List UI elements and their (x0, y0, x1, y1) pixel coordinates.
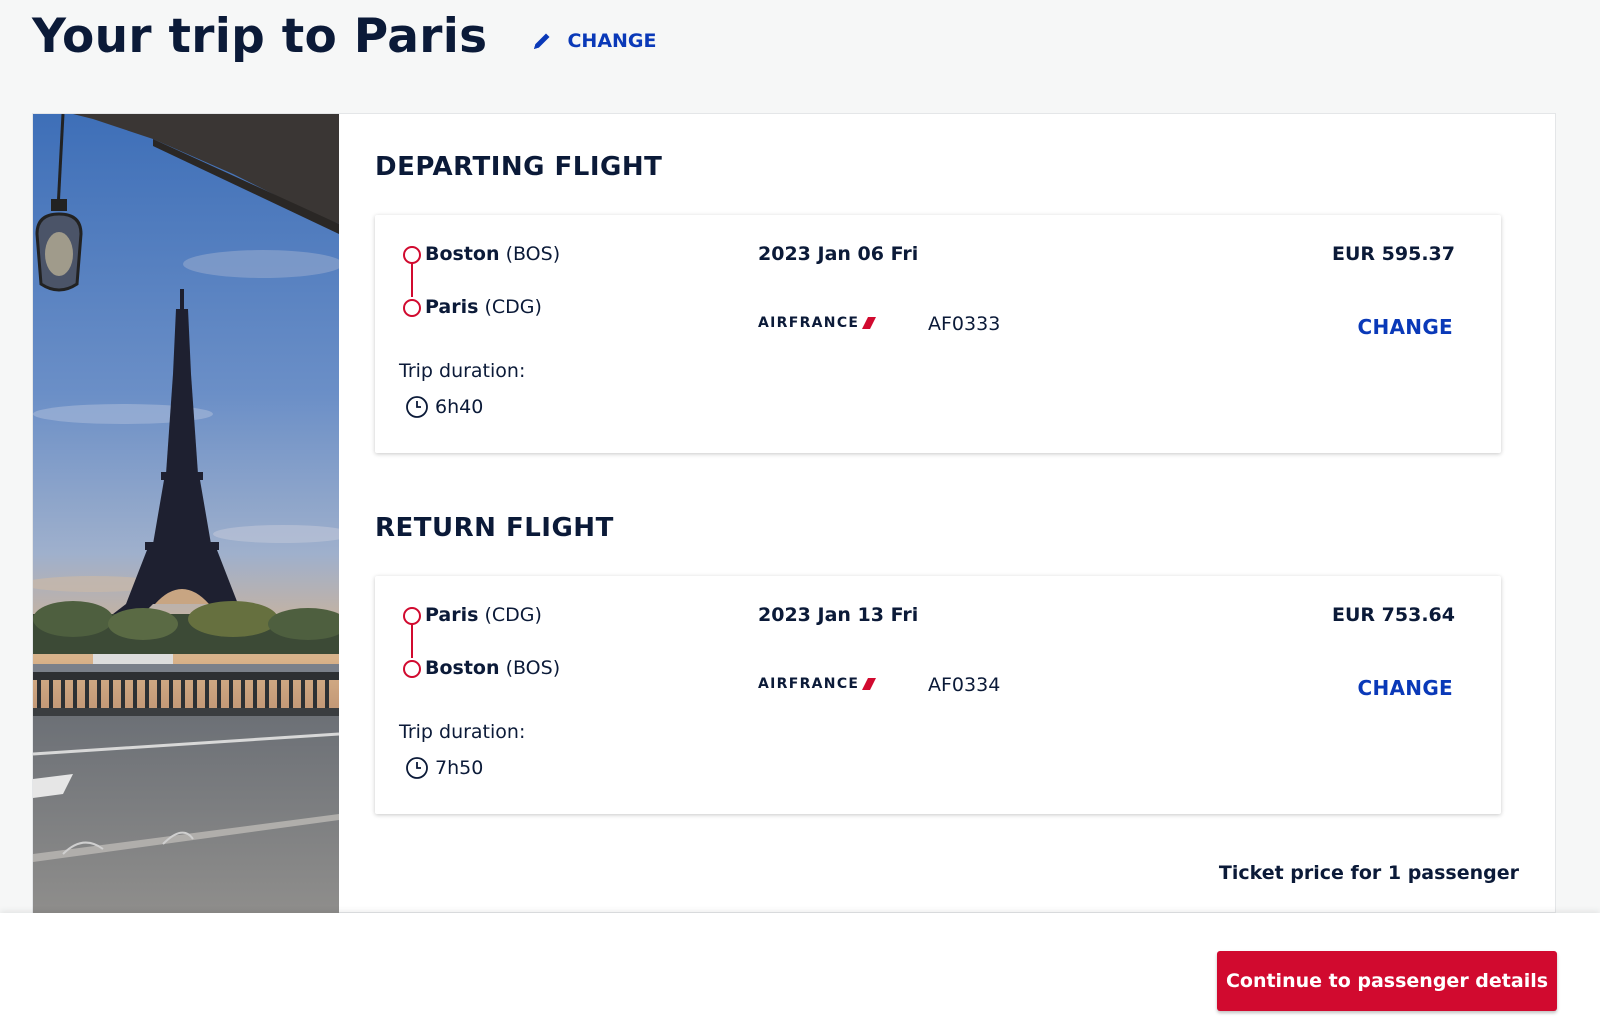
duration-label: Trip duration: (399, 360, 526, 382)
trip-summary-card: DEPARTING FLIGHT Boston (BOS) Paris (CDG… (32, 113, 1556, 914)
return-destination: Boston (BOS) (425, 657, 560, 679)
duration-label: Trip duration: (399, 721, 526, 743)
departing-flight-card: Boston (BOS) Paris (CDG) Trip duration: … (375, 215, 1501, 453)
flights-content: DEPARTING FLIGHT Boston (BOS) Paris (CDG… (375, 114, 1555, 914)
destination-code: (CDG) (484, 296, 542, 318)
return-origin: Paris (CDG) (425, 604, 542, 626)
airline-logo: AIRFRANCE (758, 676, 877, 692)
origin-code: (BOS) (505, 243, 561, 265)
destination-dot-icon (403, 299, 421, 317)
origin-code: (CDG) (484, 604, 542, 626)
airline-name: AIRFRANCE (758, 676, 877, 692)
return-date: 2023 Jan 13 Fri (758, 604, 919, 626)
destination-code: (BOS) (505, 657, 561, 679)
return-section-title: RETURN FLIGHT (375, 513, 614, 543)
destination-dot-icon (403, 660, 421, 678)
departing-section-title: DEPARTING FLIGHT (375, 152, 663, 182)
paris-hero-image (33, 114, 339, 914)
change-departing-button[interactable]: CHANGE (1357, 315, 1453, 339)
destination-city: Boston (425, 657, 500, 679)
change-return-button[interactable]: CHANGE (1357, 676, 1453, 700)
return-flight-number: AF0334 (928, 674, 1001, 696)
page-title: Your trip to Paris (32, 9, 488, 64)
change-trip-label: CHANGE (567, 30, 657, 52)
airline-logo: AIRFRANCE (758, 315, 877, 331)
pencil-icon (534, 33, 550, 49)
destination-city: Paris (425, 296, 479, 318)
origin-city: Paris (425, 604, 479, 626)
return-flight-card: Paris (CDG) Boston (BOS) Trip duration: … (375, 576, 1501, 814)
airline-name: AIRFRANCE (758, 315, 877, 331)
departing-origin: Boston (BOS) (425, 243, 560, 265)
airfrance-stripe-icon (862, 678, 877, 690)
return-price: EUR 753.64 (1332, 604, 1455, 626)
departing-date: 2023 Jan 06 Fri (758, 243, 919, 265)
page-header: Your trip to Paris CHANGE (32, 6, 657, 68)
clock-icon (406, 757, 428, 779)
duration-value: 7h50 (435, 757, 484, 779)
change-trip-button[interactable]: CHANGE (531, 30, 657, 52)
departing-destination: Paris (CDG) (425, 296, 542, 318)
ticket-price-label: Ticket price for 1 passenger (1218, 862, 1519, 884)
origin-city: Boston (425, 243, 500, 265)
origin-dot-icon (403, 246, 421, 264)
route-connector (411, 624, 413, 658)
route-connector (411, 263, 413, 297)
continue-to-passenger-details-button[interactable]: Continue to passenger details (1217, 951, 1557, 1011)
airline-name-text: AIRFRANCE (758, 676, 860, 692)
airline-name-text: AIRFRANCE (758, 315, 860, 331)
sticky-footer: Continue to passenger details (0, 913, 1600, 1032)
return-duration: 7h50 (405, 756, 483, 780)
origin-dot-icon (403, 607, 421, 625)
airfrance-stripe-icon (862, 317, 877, 329)
duration-value: 6h40 (435, 396, 484, 418)
departing-price: EUR 595.37 (1332, 243, 1455, 265)
clock-icon (406, 396, 428, 418)
departing-flight-number: AF0333 (928, 313, 1001, 335)
departing-duration: 6h40 (405, 395, 483, 419)
